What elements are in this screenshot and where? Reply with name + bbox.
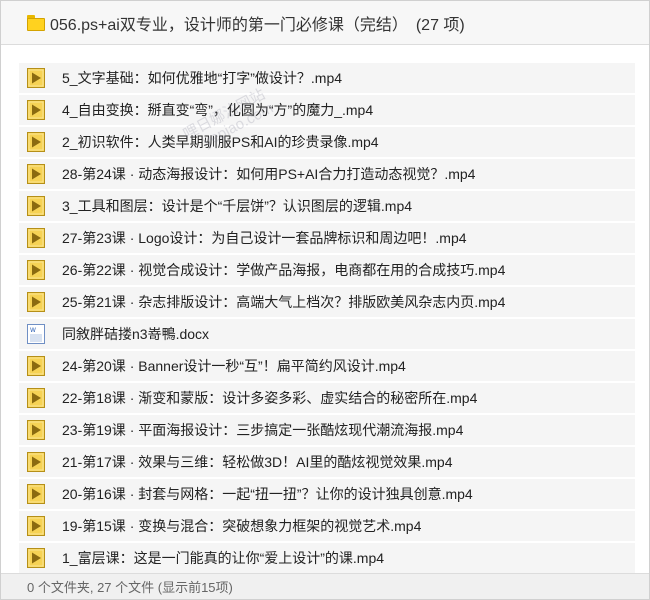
file-row[interactable]: 28-第24课 · 动态海报设计：如何用PS+AI合力打造动态视觉？.mp4 [19, 159, 635, 189]
svg-text:W: W [30, 327, 36, 334]
video-icon [27, 388, 45, 408]
folder-icon [27, 14, 45, 31]
status-bar: 0 个文件夹, 27 个文件 (显示前15项) [1, 573, 649, 599]
file-row[interactable]: 22-第18课 · 渐变和蒙版：设计多姿多彩、虚实结合的秘密所在.mp4 [19, 383, 635, 413]
file-name: 20-第16课 · 封套与网格：一起“扭一扭”？让你的设计独具创意.mp4 [62, 486, 473, 502]
file-name: 4_自由变换：掰直变“弯”，化圆为“方”的魔力_.mp4 [62, 102, 374, 118]
video-icon [27, 484, 45, 504]
video-icon [27, 356, 45, 376]
file-list: 5_文字基础：如何优雅地“打字”做设计？.mp4 4_自由变换：掰直变“弯”，化圆… [19, 63, 635, 575]
video-icon [27, 452, 45, 472]
video-icon [27, 228, 45, 248]
video-icon [27, 260, 45, 280]
folder-title-text: 056.ps+ai双专业，设计师的第一门必修课（完结） [50, 16, 408, 34]
file-name: 1_富层课：这是一门能真的让你“爱上设计”的课.mp4 [62, 550, 385, 566]
file-row[interactable]: 1_富层课：这是一门能真的让你“爱上设计”的课.mp4 [19, 543, 635, 573]
file-name: 同敘胖硈搂n3嵜鴨.docx [62, 326, 210, 342]
item-count: (27 项) [415, 16, 465, 34]
video-icon [27, 420, 45, 440]
file-row[interactable]: 4_自由变换：掰直变“弯”，化圆为“方”的魔力_.mp4 [19, 95, 635, 125]
video-icon [27, 196, 45, 216]
file-name: 25-第21课 · 杂志排版设计：高端大气上档次？排版欧美风杂志内页.mp4 [62, 294, 506, 310]
file-name: 22-第18课 · 渐变和蒙版：设计多姿多彩、虚实结合的秘密所在.mp4 [62, 390, 478, 406]
file-name: 24-第20课 · Banner设计一秒“互”！扁平简约风设计.mp4 [62, 358, 406, 374]
file-list-window: 056.ps+ai双专业，设计师的第一门必修课（完结） (27 项) 5_文字基础… [0, 0, 650, 600]
file-row[interactable]: 19-第15课 · 变换与混合：突破想象力框架的视觉艺术.mp4 [19, 511, 635, 541]
word-doc-icon: W [27, 324, 45, 344]
file-row[interactable]: 27-第23课 · Logo设计：为自己设计一套品牌标识和周边吧！.mp4 [19, 223, 635, 253]
file-row[interactable]: W 同敘胖硈搂n3嵜鴨.docx [19, 319, 635, 349]
file-row[interactable]: 26-第22课 · 视觉合成设计：学做产品海报，电商都在用的合成技巧.mp4 [19, 255, 635, 285]
file-row[interactable]: 20-第16课 · 封套与网格：一起“扭一扭”？让你的设计独具创意.mp4 [19, 479, 635, 509]
file-name: 5_文字基础：如何优雅地“打字”做设计？.mp4 [62, 70, 343, 86]
video-icon [27, 68, 45, 88]
file-row[interactable]: 25-第21课 · 杂志排版设计：高端大气上档次？排版欧美风杂志内页.mp4 [19, 287, 635, 317]
file-name: 21-第17课 · 效果与三维：轻松做3D！AI里的酷炫视觉效果.mp4 [62, 454, 453, 470]
file-name: 19-第15课 · 变换与混合：突破想象力框架的视觉艺术.mp4 [62, 518, 422, 534]
file-name: 23-第19课 · 平面海报设计：三步搞定一张酷炫现代潮流海报.mp4 [62, 422, 464, 438]
folder-header: 056.ps+ai双专业，设计师的第一门必修课（完结） (27 项) [1, 1, 649, 45]
video-icon [27, 292, 45, 312]
video-icon [27, 164, 45, 184]
folder-title[interactable]: 056.ps+ai双专业，设计师的第一门必修课（完结） (27 项) [50, 11, 465, 35]
status-text: 0 个文件夹, 27 个文件 (显示前15项) [27, 580, 233, 595]
file-name: 28-第24课 · 动态海报设计：如何用PS+AI合力打造动态视觉？.mp4 [62, 166, 476, 182]
file-name: 3_工具和图层：设计是个“千层饼”？认识图层的逻辑.mp4 [62, 198, 413, 214]
video-icon [27, 548, 45, 568]
file-row[interactable]: 23-第19课 · 平面海报设计：三步搞定一张酷炫现代潮流海报.mp4 [19, 415, 635, 445]
file-name: 27-第23课 · Logo设计：为自己设计一套品牌标识和周边吧！.mp4 [62, 230, 467, 246]
file-name: 26-第22课 · 视觉合成设计：学做产品海报，电商都在用的合成技巧.mp4 [62, 262, 506, 278]
file-row[interactable]: 2_初识软件：人类早期驯服PS和AI的珍贵录像.mp4 [19, 127, 635, 157]
file-name: 2_初识软件：人类早期驯服PS和AI的珍贵录像.mp4 [62, 134, 379, 150]
file-row[interactable]: 21-第17课 · 效果与三维：轻松做3D！AI里的酷炫视觉效果.mp4 [19, 447, 635, 477]
file-row[interactable]: 24-第20课 · Banner设计一秒“互”！扁平简约风设计.mp4 [19, 351, 635, 381]
file-row[interactable]: 5_文字基础：如何优雅地“打字”做设计？.mp4 [19, 63, 635, 93]
file-row[interactable]: 3_工具和图层：设计是个“千层饼”？认识图层的逻辑.mp4 [19, 191, 635, 221]
video-icon [27, 132, 45, 152]
video-icon [27, 516, 45, 536]
video-icon [27, 100, 45, 120]
